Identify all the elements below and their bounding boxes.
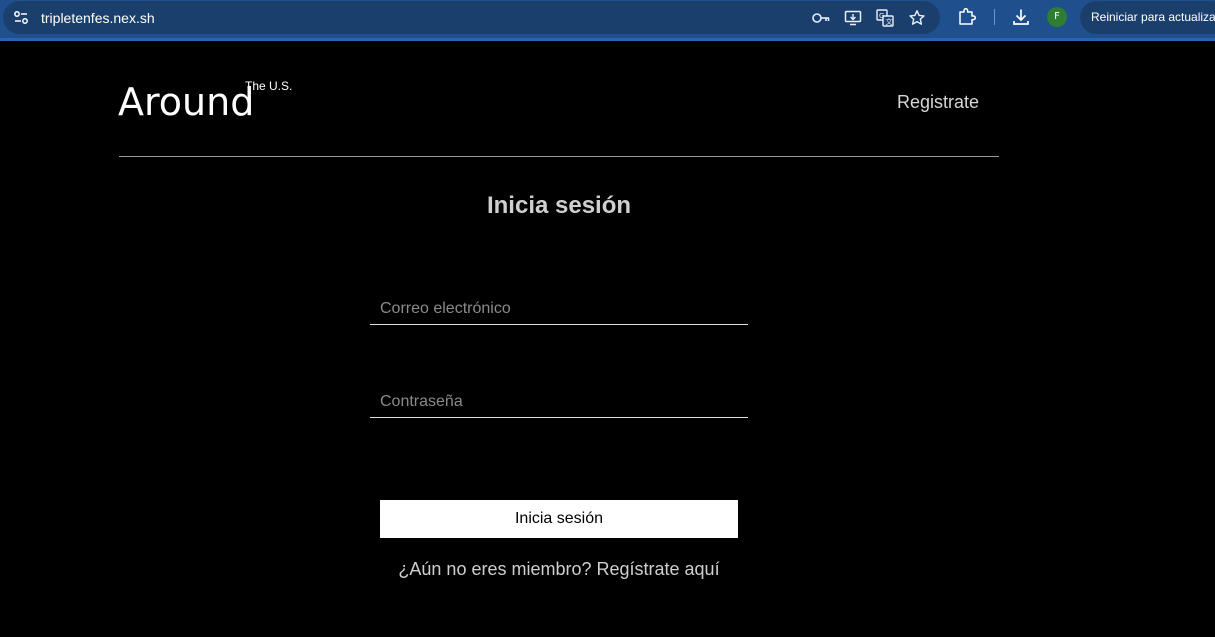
extensions-icon[interactable] <box>957 7 977 27</box>
download-icon[interactable] <box>1011 7 1031 27</box>
toolbar-divider <box>994 9 995 25</box>
browser-toolbar: tripletenfes.nex.sh G 文 F Reiniciar para… <box>0 0 1215 41</box>
header-divider <box>119 156 999 157</box>
login-submit-button[interactable]: Inicia sesión <box>380 500 738 538</box>
svg-text:文: 文 <box>886 17 893 26</box>
profile-avatar[interactable]: F <box>1047 7 1067 27</box>
svg-text:G: G <box>879 12 884 20</box>
email-field[interactable] <box>370 293 748 325</box>
signup-link[interactable]: ¿Aún no eres miembro? Regístrate aquí <box>379 557 739 581</box>
login-title: Inicia sesión <box>486 192 632 219</box>
bookmark-star-icon[interactable] <box>908 9 926 27</box>
password-key-icon[interactable] <box>811 9 830 27</box>
install-app-icon[interactable] <box>844 9 862 27</box>
translate-icon[interactable]: G 文 <box>876 9 894 27</box>
site-logo: Around <box>118 80 255 124</box>
header-register-link[interactable]: Registrate <box>897 91 979 113</box>
url-text[interactable]: tripletenfes.nex.sh <box>41 9 155 27</box>
logo-superscript: The U.S. <box>245 79 293 93</box>
restart-update-button[interactable]: Reiniciar para actualizar <box>1080 1 1215 34</box>
site-info-icon[interactable] <box>12 9 30 27</box>
password-field[interactable] <box>370 386 748 418</box>
address-bar[interactable]: tripletenfes.nex.sh G 文 <box>3 1 940 34</box>
